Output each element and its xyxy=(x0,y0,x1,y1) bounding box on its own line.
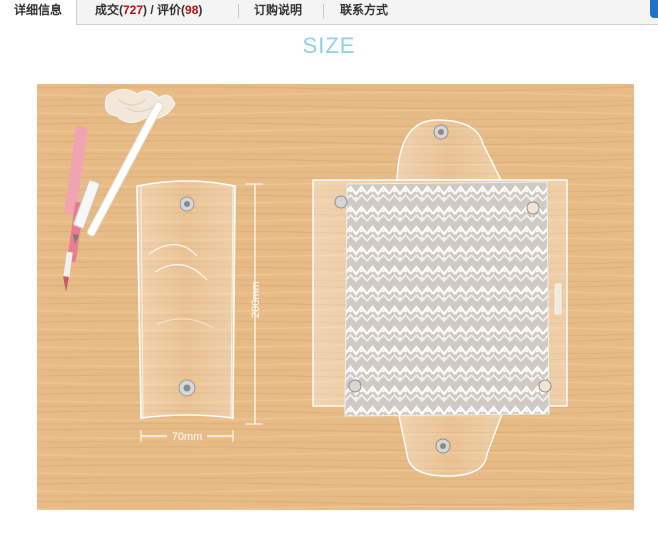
tab-details[interactable]: 详细信息 xyxy=(0,0,77,25)
tab-contact[interactable]: 联系方式 xyxy=(340,0,388,24)
size-heading: SIZE xyxy=(302,33,356,58)
tab-reviews-suffix: ) xyxy=(198,3,203,17)
width-label: 70mm xyxy=(172,431,203,443)
tab-order-info-label: 订购说明 xyxy=(254,3,303,17)
scroll-edge-button[interactable] xyxy=(650,0,658,18)
tab-details-label: 详细信息 xyxy=(13,3,62,17)
deals-count: 727 xyxy=(123,3,144,17)
tab-deals-reviews[interactable]: 成交(727) / 评价(98) xyxy=(95,0,202,24)
tab-contact-label: 联系方式 xyxy=(340,3,389,17)
tab-divider xyxy=(238,4,239,18)
tab-bar: 详细信息 成交(727) / 评价(98) 订购说明 联系方式 xyxy=(0,0,658,25)
tab-divider xyxy=(323,4,324,18)
height-label: 200mm xyxy=(250,281,262,318)
tab-order-info[interactable]: 订购说明 xyxy=(254,0,302,24)
tab-deals-label: 成交( xyxy=(95,3,123,17)
product-photo: 200mm 70mm xyxy=(37,84,634,510)
small-clear-pouch xyxy=(136,180,236,419)
reviews-count: 98 xyxy=(185,3,199,17)
tab-reviews-label: ) / 评价( xyxy=(143,3,186,17)
